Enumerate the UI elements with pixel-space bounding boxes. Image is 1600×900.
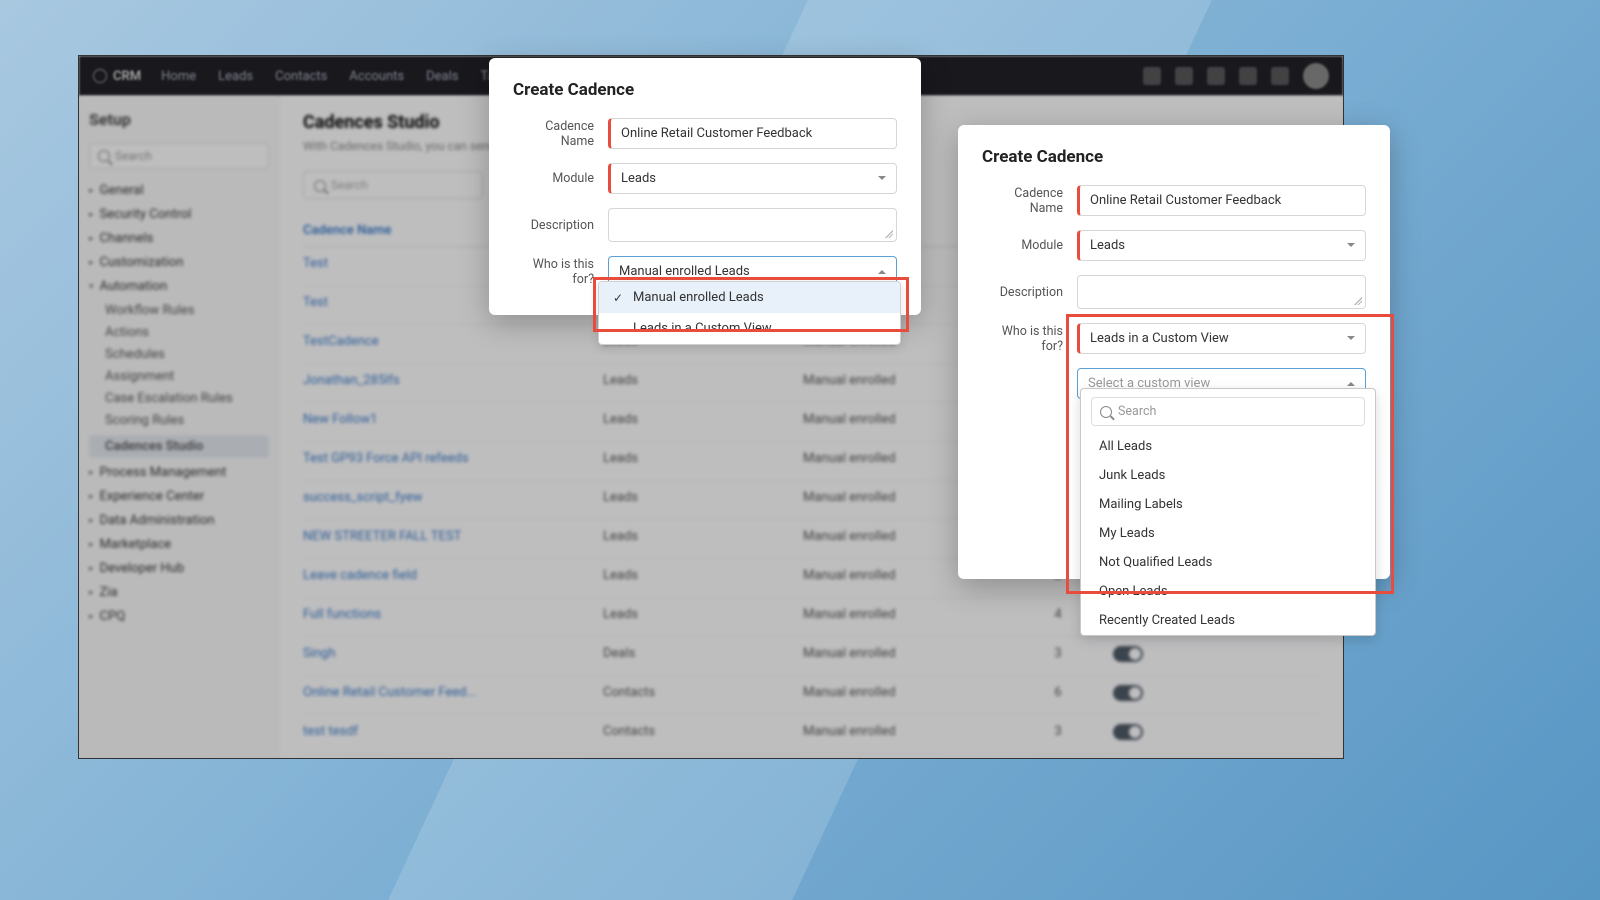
search-icon[interactable] [1175,67,1193,85]
module-select[interactable]: Leads [608,163,897,194]
sidebar-item[interactable]: ▸Process Management [89,465,269,480]
who-option-manual[interactable]: ✓Manual enrolled Leads [599,282,900,313]
label-name: Cadence Name [513,119,608,149]
label-module: Module [513,171,608,186]
sidebar-search[interactable]: Search [89,143,269,169]
sidebar-item[interactable]: ▸Customization [89,255,269,270]
who-select-2[interactable]: Leads in a Custom View [1077,323,1366,354]
cadence-name-input[interactable]: Online Retail Customer Feedback [608,118,897,149]
table-row[interactable]: Small Team for click and typesContactsMa… [303,754,1319,759]
sidebar-sub[interactable]: Assignment [89,369,269,384]
sidebar-item[interactable]: ▸Marketplace [89,537,269,552]
label-name: Cadence Name [982,186,1077,216]
search-icon [1100,406,1112,418]
sidebar-sub[interactable]: Actions [89,325,269,340]
sidebar-sub[interactable]: Case Escalation Rules [89,391,269,406]
sidebar-sub[interactable]: Workflow Rules [89,303,269,318]
cv-option[interactable]: Junk Leads [1081,461,1375,490]
cv-option[interactable]: Recently Created Leads [1081,606,1375,635]
sidebar-sub[interactable]: Schedules [89,347,269,362]
cv-option[interactable]: Not Qualified Leads [1081,548,1375,577]
modal-title: Create Cadence [513,80,897,100]
nav-home[interactable]: Home [161,69,196,84]
create-cadence-modal-1: Create Cadence Cadence Name Online Retai… [489,58,921,315]
custom-view-dropdown: Search All LeadsJunk LeadsMailing Labels… [1080,388,1376,636]
table-row[interactable]: test tesdfContactsManual enrolled3 [303,715,1319,754]
sidebar-item[interactable]: ▸Experience Center [89,489,269,504]
who-option-customview[interactable]: Leads in a Custom View [599,313,900,344]
toggle[interactable] [1113,646,1143,662]
description-input[interactable] [608,208,897,242]
sidebar-item[interactable]: ▸General [89,183,269,198]
module-select[interactable]: Leads [1077,230,1366,261]
cv-option[interactable]: My Leads [1081,519,1375,548]
search-icon [314,180,326,192]
toggle[interactable] [1113,724,1143,740]
notif-icon[interactable] [1143,67,1161,85]
sidebar-sub-active[interactable]: Cadences Studio [89,435,269,458]
nav-leads[interactable]: Leads [218,69,253,84]
nav-deals[interactable]: Deals [426,69,458,84]
resize-handle-icon[interactable] [1354,297,1362,305]
search-icon [98,150,110,162]
resize-handle-icon[interactable] [885,230,893,238]
sidebar-title: Setup [89,110,269,129]
sidebar-item-automation[interactable]: ▾Automation [89,279,269,294]
gear-icon[interactable] [1271,67,1289,85]
toggle[interactable] [1113,685,1143,701]
sidebar-item[interactable]: ▸Developer Hub [89,561,269,576]
bell-icon[interactable] [1207,67,1225,85]
table-row[interactable]: SinghDealsManual enrolled3 [303,637,1319,676]
apps-icon[interactable] [1239,67,1257,85]
main-search[interactable]: Search [303,171,483,199]
sidebar-item[interactable]: ▸Channels [89,231,269,246]
label-module: Module [982,238,1077,253]
brand[interactable]: CRM [93,69,141,84]
who-dropdown-list: ✓Manual enrolled Leads Leads in a Custom… [598,281,901,345]
cv-option[interactable]: All Leads [1081,432,1375,461]
cv-option[interactable]: Mailing Labels [1081,490,1375,519]
sidebar-item[interactable]: ▸Data Administration [89,513,269,528]
avatar[interactable] [1303,63,1329,89]
cv-option[interactable]: Open Leads [1081,577,1375,606]
label-who: Who is this for? [513,257,608,287]
nav-contacts[interactable]: Contacts [275,69,327,84]
modal-title: Create Cadence [982,147,1366,167]
check-icon: ✓ [613,291,625,305]
sidebar: Setup Search ▸General ▸Security Control … [79,96,279,758]
table-row[interactable]: Online Retail Customer Feed...ContactsMa… [303,676,1319,715]
brand-icon [93,69,107,83]
cadence-name-input[interactable]: Online Retail Customer Feedback [1077,185,1366,216]
label-who: Who is this for? [982,324,1077,354]
description-input[interactable] [1077,275,1366,309]
nav-accounts[interactable]: Accounts [349,69,404,84]
label-desc: Description [982,285,1077,300]
sidebar-item[interactable]: ▸Security Control [89,207,269,222]
sidebar-item[interactable]: ▸Zia [89,585,269,600]
cv-search-input[interactable]: Search [1091,397,1365,426]
sidebar-sub[interactable]: Scoring Rules [89,413,269,428]
sidebar-item[interactable]: ▸CPQ [89,609,269,624]
label-desc: Description [513,218,608,233]
